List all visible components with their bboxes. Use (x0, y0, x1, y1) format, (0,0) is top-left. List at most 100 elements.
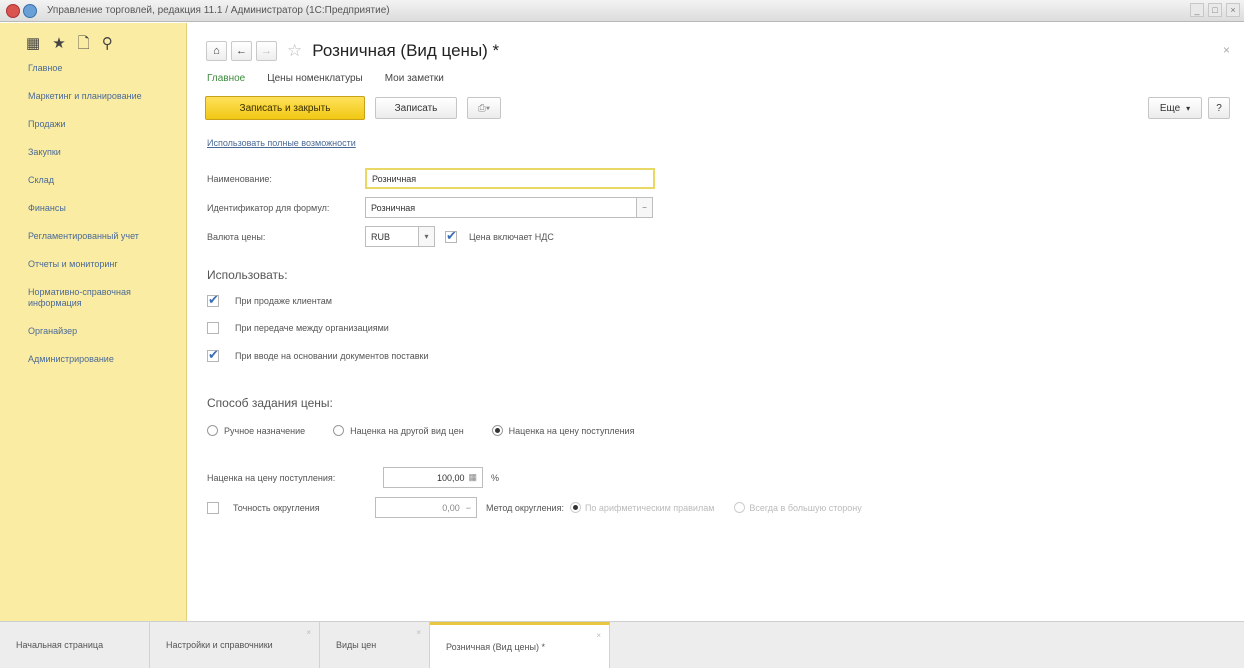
bottom-tab-home[interactable]: Начальная страница (0, 622, 150, 668)
calculator-icon[interactable]: ▦ (468, 472, 477, 483)
markup-row: Наценка на цену поступления: 100,00 ▦ % (207, 467, 499, 488)
use-option-supply: При вводе на основании документов постав… (207, 347, 429, 363)
use-transfer-label: При передаче между организациями (235, 323, 389, 333)
app-buttons (6, 3, 37, 18)
bottom-tab-settings[interactable]: Настройки и справочники × (150, 622, 320, 668)
identifier-row: Идентификатор для формул: Розничная − (207, 197, 653, 218)
use-option-sales: При продаже клиентам (207, 292, 332, 308)
dropdown-icon: − (642, 203, 647, 212)
print-menu-button[interactable]: ⎙▾ (467, 97, 501, 119)
round-arith-radio[interactable] (569, 502, 581, 513)
method-other-radio[interactable] (333, 425, 345, 436)
close-tab-icon[interactable]: × (416, 628, 421, 637)
bottom-tab-settings-label: Настройки и справочники (166, 640, 273, 650)
bottom-tab-price-types[interactable]: Виды цен × (320, 622, 430, 668)
round-up-label: Всегда в большую сторону (749, 502, 862, 513)
more-button[interactable]: Еще ▾ (1148, 97, 1202, 119)
sidebar-item-regulated[interactable]: Регламентированный учет (28, 231, 178, 242)
main-form: ⌂ ← → ☆ Розничная (Вид цены) * × Главное… (188, 23, 1244, 621)
sidebar-item-marketing[interactable]: Маркетинг и планирование (28, 91, 178, 102)
method-incoming-radio[interactable] (491, 425, 503, 436)
form-toolbar: Записать и закрыть Записать ⎙▾ (205, 96, 501, 120)
window-title: Управление торговлей, редакция 11.1 / Ад… (47, 5, 390, 16)
sidebar-item-finance[interactable]: Финансы (28, 203, 178, 214)
pricing-methods: Ручное назначение Наценка на другой вид … (207, 425, 634, 436)
favorites-star-icon[interactable]: ★ (52, 36, 65, 63)
sidebar-item-warehouse[interactable]: Склад (28, 175, 178, 186)
help-button[interactable]: ? (1208, 97, 1230, 119)
sidebar-item-sales[interactable]: Продажи (28, 119, 178, 130)
close-window-icon[interactable]: × (1226, 3, 1240, 17)
menu-grid-icon[interactable]: ▦ (26, 36, 40, 63)
dropdown-icon: − (465, 502, 471, 513)
round-up-radio[interactable] (734, 502, 746, 513)
use-supply-label: При вводе на основании документов постав… (235, 351, 429, 361)
vat-label: Цена включает НДС (469, 231, 554, 242)
use-sales-checkbox[interactable] (207, 292, 219, 308)
app-back-icon[interactable] (23, 3, 37, 18)
print-icon: ⎙▾ (477, 102, 491, 114)
close-tab-icon[interactable]: × (596, 631, 601, 640)
method-incoming-label: Наценка на цену поступления (508, 425, 635, 436)
right-toolbar: Еще ▾ ? (1148, 97, 1230, 119)
tab-main[interactable]: Главное (207, 73, 245, 84)
round-arith-label: По арифметическим правилам (584, 502, 715, 513)
save-button[interactable]: Записать (375, 97, 457, 119)
currency-label: Валюта цены: (207, 231, 266, 242)
maximize-icon[interactable]: □ (1208, 3, 1222, 17)
tab-notes[interactable]: Мои заметки (385, 73, 444, 84)
vat-checkbox[interactable] (445, 228, 457, 244)
history-icon[interactable]: 🗋 (78, 36, 90, 63)
use-transfer-checkbox[interactable] (207, 322, 219, 334)
arrow-left-icon[interactable]: ← (231, 41, 252, 61)
use-sales-label: При продаже клиентам (235, 296, 332, 306)
identifier-input[interactable]: Розничная (365, 197, 637, 218)
page-title: Розничная (Вид цены) * (312, 41, 500, 60)
window-titlebar: Управление торговлей, редакция 11.1 / Ад… (0, 0, 1244, 22)
app-menu-icon[interactable] (6, 3, 20, 18)
bottom-tab-retail[interactable]: Розничная (Вид цены) * × (430, 622, 610, 668)
sidebar-item-admin[interactable]: Администрирование (28, 354, 178, 365)
form-header: ⌂ ← → ☆ Розничная (Вид цены) * (206, 41, 499, 61)
name-input[interactable]: Розничная (365, 168, 655, 189)
bottom-tab-price-types-label: Виды цен (336, 640, 377, 650)
identifier-dropdown[interactable]: − (637, 197, 653, 218)
bottom-tab-retail-label: Розничная (Вид цены) * (446, 641, 545, 652)
home-icon[interactable]: ⌂ (206, 41, 227, 61)
full-features-link[interactable]: Использовать полные возможности (207, 138, 356, 148)
bottom-tab-home-label: Начальная страница (16, 640, 104, 650)
method-other-label: Наценка на другой вид цен (350, 425, 464, 436)
search-icon[interactable]: ⚲ (102, 36, 113, 63)
sidebar-item-main[interactable]: Главное (28, 63, 178, 74)
rounding-input[interactable]: 0,00 − (375, 497, 477, 518)
rounding-row: Точность округления 0,00 − Метод округле… (207, 497, 862, 518)
sidebar-tools: ▦ ★ 🗋 ⚲ (0, 23, 186, 63)
use-supply-checkbox[interactable] (207, 347, 219, 363)
sidebar-item-reference[interactable]: Нормативно-справочная информация (28, 287, 178, 309)
arrow-right-icon[interactable]: → (256, 41, 277, 61)
close-tab-icon[interactable]: × (306, 628, 311, 637)
close-form-icon[interactable]: × (1223, 43, 1230, 57)
chevron-down-icon: ▾ (1186, 103, 1191, 113)
minimize-icon[interactable]: _ (1190, 3, 1204, 17)
method-manual-radio[interactable] (207, 425, 218, 436)
currency-input[interactable]: RUB (365, 226, 419, 247)
save-close-button[interactable]: Записать и закрыть (205, 96, 365, 120)
sidebar-item-reports[interactable]: Отчеты и мониторинг (28, 259, 178, 270)
favorite-star-icon[interactable]: ☆ (287, 41, 302, 61)
open-windows-bar: Начальная страница Настройки и справочни… (0, 621, 1244, 668)
markup-input[interactable]: 100,00 ▦ (383, 467, 483, 488)
method-manual-label: Ручное назначение (224, 425, 306, 436)
identifier-label: Идентификатор для формул: (207, 202, 330, 213)
currency-dropdown[interactable]: ▾ (419, 226, 435, 247)
sidebar: ▦ ★ 🗋 ⚲ Главное Маркетинг и планирование… (0, 23, 187, 621)
sidebar-item-purchases[interactable]: Закупки (28, 147, 178, 158)
name-label: Наименование: (207, 173, 272, 184)
tab-prices[interactable]: Цены номенклатуры (267, 73, 362, 84)
window-controls: _ □ × (1190, 3, 1240, 17)
rounding-checkbox[interactable] (207, 501, 219, 514)
currency-row: Валюта цены: RUB ▾ Цена включает НДС (207, 226, 554, 247)
round-method-label: Метод округления: (486, 502, 564, 513)
sidebar-item-organizer[interactable]: Органайзер (28, 326, 178, 337)
form-tabs: Главное Цены номенклатуры Мои заметки (207, 73, 444, 84)
